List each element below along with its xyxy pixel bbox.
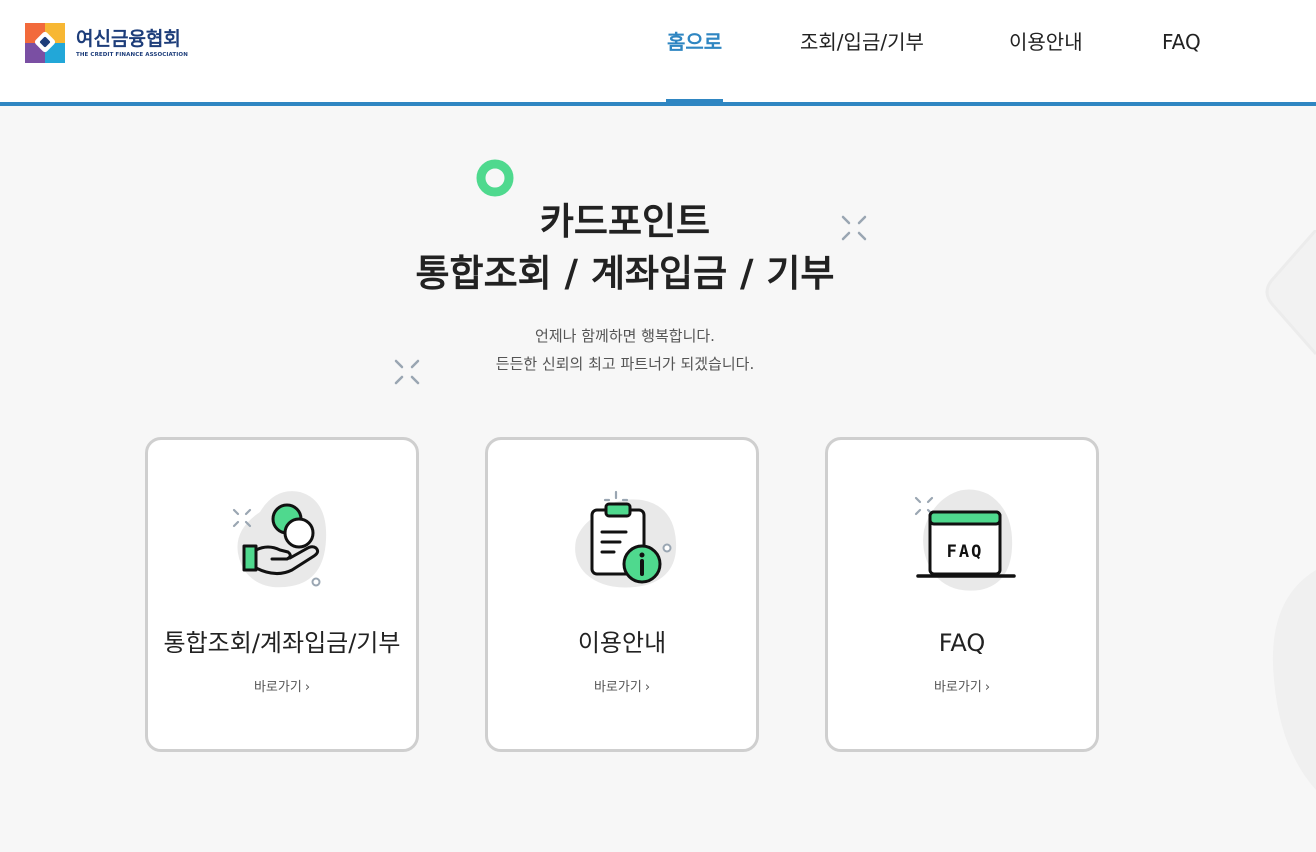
clipboard-info-icon <box>575 490 677 588</box>
card-link-label: 바로가기 <box>933 680 982 695</box>
site-header: 여신금융협회 THE CREDIT FINANCE ASSOCIATION 홈으… <box>0 0 1316 106</box>
coin-hand-icon <box>232 491 327 588</box>
card-shortcut-link[interactable]: 바로가기 › <box>828 678 1096 698</box>
green-ring-icon <box>476 159 514 197</box>
card-inquiry[interactable]: 통합조회/계좌입금/기부 바로가기 › <box>145 437 419 752</box>
faq-icon-text: FAQ <box>947 542 984 562</box>
card-title: 이용안내 <box>577 629 667 657</box>
card-shortcut-link[interactable]: 바로가기 › <box>148 678 416 698</box>
hero-title: 카드포인트 통합조회 / 계좌입금 / 기부 <box>0 196 1250 300</box>
faq-window-icon: FAQ <box>914 489 1016 591</box>
hero-title-line1: 카드포인트 <box>539 200 711 243</box>
chevron-right-icon: › <box>304 680 311 695</box>
background-shape-icon <box>1265 230 1316 355</box>
hero-title-line2: 통합조회 / 계좌입금 / 기부 <box>415 252 835 295</box>
chevron-right-icon: › <box>984 680 991 695</box>
card-faq[interactable]: FAQ FAQ 바로가기 › <box>825 437 1099 752</box>
card-title: FAQ <box>938 629 986 657</box>
nav-faq[interactable]: FAQ <box>1162 27 1201 57</box>
card-guide[interactable]: 이용안내 바로가기 › <box>485 437 759 752</box>
hero-sub-line2: 든든한 신뢰의 최고 파트너가 되겠습니다. <box>495 355 755 373</box>
hero-sub-line1: 언제나 함께하면 행복합니다. <box>535 327 715 345</box>
background-shape-icon <box>1272 570 1316 790</box>
card-link-label: 바로가기 <box>593 680 642 695</box>
hero-subtitle: 언제나 함께하면 행복합니다. 든든한 신뢰의 최고 파트너가 되겠습니다. <box>0 322 1250 378</box>
nav-home[interactable]: 홈으로 <box>667 27 722 57</box>
card-link-label: 바로가기 <box>253 680 302 695</box>
card-shortcut-link[interactable]: 바로가기 › <box>488 678 756 698</box>
nav-inquiry[interactable]: 조회/입금/기부 <box>800 27 924 57</box>
card-title: 통합조회/계좌입금/기부 <box>163 629 401 657</box>
nav-guide[interactable]: 이용안내 <box>1009 27 1083 57</box>
main-nav: 홈으로 조회/입금/기부 이용안내 FAQ <box>0 0 1316 102</box>
chevron-right-icon: › <box>644 680 651 695</box>
nav-active-indicator <box>666 99 723 103</box>
